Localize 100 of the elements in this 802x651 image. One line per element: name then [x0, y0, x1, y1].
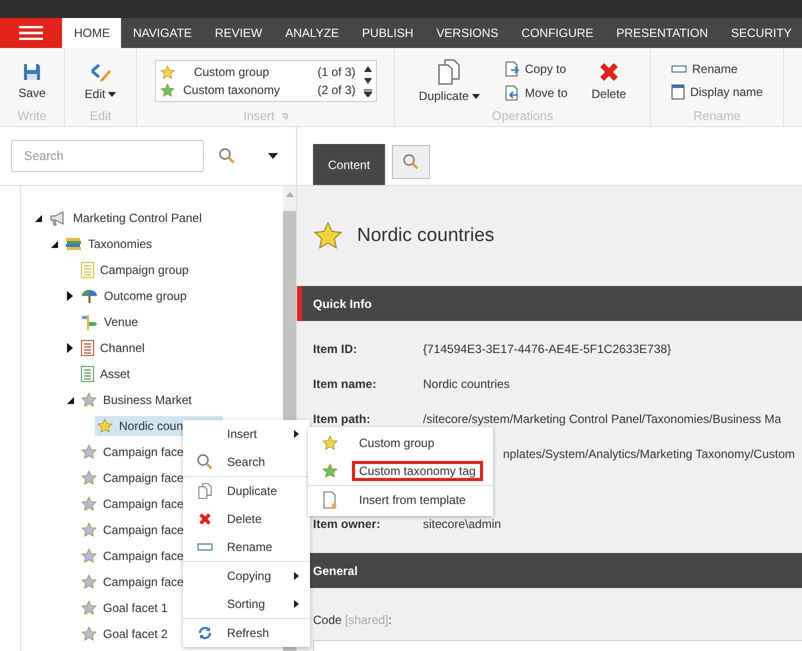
collapsed-triangle-icon — [67, 291, 73, 301]
item-title: Nordic countries — [357, 225, 494, 247]
tree-item[interactable]: Marketing Control Panel — [47, 208, 205, 228]
ribbon-tab[interactable]: PUBLISH — [350, 18, 424, 48]
section-header[interactable]: Quick Info — [297, 286, 802, 321]
ribbon-tab[interactable]: PRESENTATION — [604, 18, 719, 48]
star-icon — [81, 548, 97, 564]
star-icon — [322, 435, 338, 451]
star-icon — [81, 600, 97, 616]
expand-icon — [364, 89, 372, 97]
duplicate-button[interactable]: Duplicate — [412, 57, 486, 105]
expanded-triangle-icon — [66, 396, 74, 404]
star-icon — [81, 574, 97, 590]
menu-item[interactable]: Insert from template — [308, 486, 493, 514]
submenu-arrow-icon — [294, 572, 299, 580]
field-value: /sitecore/system/Marketing Control Panel/Taxonomies/Business Ma — [423, 412, 782, 426]
star-icon — [81, 392, 97, 408]
refresh-icon — [198, 626, 212, 640]
expanded-triangle-icon — [50, 240, 58, 248]
copy-icon — [504, 61, 520, 77]
ribbon-tab[interactable]: NAVIGATE — [121, 18, 203, 48]
group-label: Write — [18, 109, 46, 123]
star-icon — [81, 496, 97, 512]
menu-item[interactable]: Sorting — [183, 590, 310, 618]
field-label: Item ID: — [313, 342, 358, 356]
books-icon — [65, 236, 82, 252]
star-icon — [160, 82, 174, 98]
star-icon — [81, 444, 97, 460]
signpost-icon — [81, 314, 98, 330]
copy-pages-icon — [437, 59, 462, 85]
display-name-button[interactable]: Display name — [667, 82, 767, 102]
ribbon-tab[interactable]: REVIEW — [202, 18, 274, 48]
star-icon — [97, 418, 113, 434]
delete-button[interactable]: Delete — [586, 59, 632, 103]
submenu-arrow-icon — [294, 430, 299, 438]
tree-item[interactable]: Asset — [79, 364, 134, 384]
field-value: nplates/System/Analytics/Marketing Taxonomy/Custom — [503, 446, 795, 460]
field-value: sitecore\admin — [423, 516, 502, 530]
field-value: {714594E3-3E17-4476-AE4E-5F1C2633E738} — [423, 342, 672, 356]
move-to-button[interactable]: Move to — [500, 83, 572, 103]
umbrella-icon — [81, 288, 98, 304]
search-icon — [402, 153, 420, 171]
save-button[interactable]: Save — [12, 60, 52, 102]
tree-item[interactable]: Campaign group — [79, 260, 192, 280]
collapsed-triangle-icon — [67, 343, 73, 353]
field-label: Code [shared]: — [313, 613, 392, 627]
field-label: Item name: — [313, 376, 378, 390]
tree-item[interactable]: Taxonomies — [63, 234, 156, 254]
rename-icon — [671, 65, 688, 73]
group-label: Edit — [90, 109, 112, 123]
group-label: Rename — [693, 109, 741, 123]
new-page-icon — [322, 491, 338, 509]
field-label: Item path: — [313, 412, 372, 426]
search-field[interactable]: Search — [11, 140, 204, 172]
rename-button[interactable]: Rename — [667, 60, 742, 78]
save-icon — [22, 62, 42, 82]
field-label: Item owner: — [313, 516, 382, 530]
submenu-arrow-icon — [294, 600, 299, 608]
star-icon — [81, 522, 97, 538]
insert-option[interactable]: Custom taxonomy (2 of 3) — [160, 82, 356, 98]
more-button[interactable] — [364, 87, 372, 99]
group-label: Operations — [492, 109, 554, 123]
copy-to-button[interactable]: Copy to — [500, 59, 570, 79]
tree-item[interactable]: Goal facet 2 — [79, 624, 171, 644]
content-tab[interactable]: Content — [313, 144, 386, 185]
star-icon — [160, 64, 174, 80]
menu-item[interactable]: Custom group — [308, 429, 493, 457]
group-label: Insert — [243, 109, 275, 123]
menu-button[interactable] — [0, 18, 62, 48]
search-icon — [196, 453, 214, 471]
caret-icon — [268, 153, 278, 159]
edit-button[interactable]: Edit — [78, 59, 122, 103]
caret-icon — [108, 92, 116, 96]
search-icon — [218, 147, 236, 165]
rename-icon — [197, 543, 213, 551]
down-arrow-icon — [364, 78, 372, 84]
tree-item[interactable]: Business Market — [79, 390, 195, 410]
ribbon-tab[interactable]: VERSIONS — [424, 18, 510, 48]
ribbon-tab[interactable]: HOME — [62, 18, 121, 48]
move-icon — [504, 85, 520, 101]
edit-icon — [88, 61, 112, 83]
expanded-triangle-icon — [34, 214, 42, 222]
ribbon-tab[interactable]: CONFIGURE — [509, 18, 604, 48]
tree-item[interactable]: Goal facet 1 — [79, 598, 171, 618]
star-icon — [313, 221, 343, 251]
menu-icon — [19, 26, 43, 40]
star-icon — [322, 463, 338, 479]
ribbon-tab[interactable]: SECURITY — [719, 18, 802, 48]
search-button[interactable] — [392, 145, 430, 179]
menu-item[interactable]: Refresh — [183, 619, 310, 647]
insert-option[interactable]: Custom group (1 of 3) — [160, 64, 356, 80]
tree-item[interactable]: Outcome group — [79, 286, 190, 306]
tree-item[interactable]: Channel — [79, 338, 148, 358]
delete-icon — [198, 512, 212, 526]
star-icon — [81, 470, 97, 486]
display-name-icon — [671, 84, 686, 100]
up-arrow-icon — [364, 66, 372, 72]
ribbon-tab[interactable]: ANALYZE — [273, 18, 350, 48]
delete-icon — [598, 61, 620, 83]
tree-item[interactable]: Venue — [79, 312, 142, 332]
